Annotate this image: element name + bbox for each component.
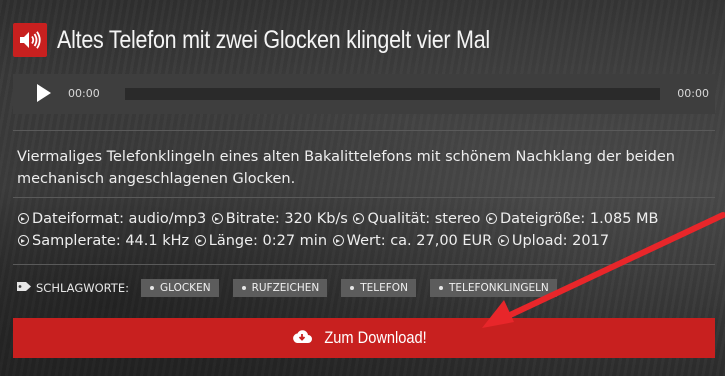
chevron-circle-icon [194, 235, 206, 246]
download-button[interactable]: Zum Download! [13, 318, 715, 358]
cloud-download-icon [292, 329, 313, 348]
speaker-icon[interactable] [13, 23, 47, 57]
tags-row: SCHLAGWORTE: GLOCKEN RUFZEICHEN TELEFON … [17, 278, 571, 298]
audio-player: 00:00 00:00 [13, 74, 715, 114]
chevron-circle-icon [332, 235, 344, 246]
divider [13, 264, 715, 265]
tags-label: SCHLAGWORTE: [36, 281, 129, 295]
tag-icon [17, 281, 32, 295]
file-info-line-1: Dateiformat: audio/mp3 Bitrate: 320 Kb/s… [17, 208, 717, 230]
chevron-circle-icon [353, 213, 365, 224]
file-info-line-2: Samplerate: 44.1 kHz Länge: 0:27 min Wer… [17, 230, 717, 252]
tag-telefonklingeln[interactable]: TELEFONKLINGELN [429, 279, 557, 297]
file-info: Dateiformat: audio/mp3 Bitrate: 320 Kb/s… [17, 208, 717, 252]
chevron-circle-icon [485, 213, 497, 224]
duration-time: 00:00 [677, 87, 709, 100]
progress-track[interactable] [125, 88, 660, 100]
play-icon[interactable] [36, 84, 52, 102]
chevron-circle-icon [18, 235, 29, 246]
tag-glocken[interactable]: GLOCKEN [140, 279, 219, 297]
page-title: Altes Telefon mit zwei Glocken klingelt … [57, 25, 490, 54]
chevron-circle-icon [211, 213, 223, 224]
chevron-circle-icon [497, 235, 509, 246]
current-time: 00:00 [68, 87, 100, 100]
tag-telefon[interactable]: TELEFON [341, 279, 416, 297]
tag-rufzeichen[interactable]: RUFZEICHEN [232, 279, 328, 297]
divider [13, 130, 715, 131]
download-label: Zum Download! [324, 328, 428, 347]
divider [13, 197, 715, 198]
chevron-circle-icon [18, 213, 29, 224]
description: Viermaliges Telefonklingeln eines alten … [17, 149, 675, 187]
header: Altes Telefon mit zwei Glocken klingelt … [13, 22, 560, 58]
